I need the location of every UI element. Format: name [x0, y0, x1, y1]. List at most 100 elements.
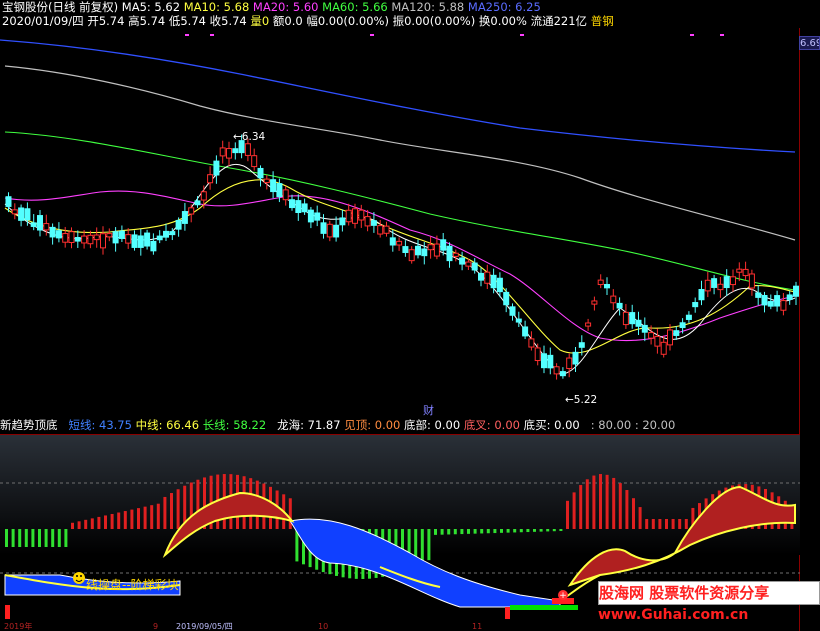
candle	[597, 279, 604, 286]
candle	[748, 273, 755, 289]
histogram-bar	[163, 496, 167, 529]
candle	[55, 230, 62, 239]
candle	[5, 196, 12, 207]
candle	[352, 208, 358, 224]
histogram-bar	[97, 516, 101, 529]
candle	[200, 191, 207, 201]
candle	[213, 160, 220, 176]
candle	[408, 249, 415, 262]
histogram-bar	[57, 529, 61, 547]
candle	[396, 240, 403, 246]
histogram-bar	[288, 498, 292, 529]
candle	[767, 301, 774, 307]
candle	[326, 223, 333, 238]
axis-label-11: 11	[472, 622, 483, 631]
histogram-bar	[24, 529, 28, 547]
histogram-bar	[31, 529, 35, 547]
histogram-bar	[585, 479, 589, 529]
candle	[106, 233, 113, 238]
range-value: 幅0.00(0.00%)	[306, 14, 389, 28]
histogram-bar	[605, 474, 609, 529]
candle	[635, 319, 642, 327]
candle	[496, 277, 503, 293]
histogram-bar	[519, 529, 523, 533]
amplitude-value: 振0.00(0.00%)	[392, 14, 476, 28]
candle	[692, 302, 699, 308]
histogram-bar	[506, 529, 510, 533]
histogram-bar	[678, 519, 682, 529]
high-price-annotation: ←6.34	[233, 131, 266, 143]
candle	[572, 351, 579, 365]
histogram-bar	[473, 529, 477, 534]
panel-tag-label: 线操盘--阶梯彩块	[86, 578, 179, 592]
histogram-bar	[493, 529, 497, 534]
dimai-value: 底买: 0.00	[523, 418, 580, 432]
candle	[370, 220, 377, 226]
histogram-bar	[559, 529, 563, 532]
header-ma-row: 宝钢股份(日线 前复权) MA5: 5.62 MA10: 5.68 MA20: …	[2, 0, 802, 14]
histogram-bar	[137, 508, 140, 529]
svg-text:+: +	[559, 591, 567, 601]
candle	[402, 246, 409, 254]
candle	[553, 366, 560, 375]
histogram-bar	[130, 509, 134, 529]
candle	[774, 295, 781, 307]
top-tick	[720, 34, 724, 36]
histogram-bar	[618, 483, 622, 529]
candle	[307, 209, 314, 223]
candles-group	[5, 134, 799, 380]
histogram-bar	[599, 474, 602, 529]
top-tick	[370, 34, 374, 36]
finance-marker[interactable]: 财	[423, 402, 434, 418]
candle	[301, 203, 308, 213]
indicator-name[interactable]: 新趋势顶底	[0, 418, 58, 432]
ma120-value: MA120: 5.88	[391, 0, 465, 14]
histogram-bar	[453, 529, 457, 535]
mid-red-tick	[505, 607, 510, 619]
stock-title: 宝钢股份(日线 前复权)	[2, 0, 119, 14]
time-axis: 2019年 9 2019/09/05/四 10 11	[0, 622, 800, 631]
candle	[528, 338, 535, 348]
ma250-value: MA250: 6.25	[467, 0, 541, 14]
jianding-value: 见顶: 0.00	[344, 418, 401, 432]
candle	[578, 342, 585, 348]
candle	[289, 199, 295, 209]
candle	[175, 219, 182, 230]
candle	[207, 174, 214, 184]
candle	[74, 237, 81, 242]
candle	[62, 233, 69, 243]
candle	[100, 233, 106, 249]
candle	[471, 262, 478, 271]
indicator-background	[0, 435, 800, 555]
histogram-bar	[90, 518, 94, 529]
axis-label-9: 9	[153, 622, 159, 631]
ma10-value: MA10: 5.68	[183, 0, 250, 14]
candle	[730, 276, 736, 286]
candle	[18, 207, 25, 221]
candle	[389, 237, 396, 246]
dicha-value: 底叉: 0.00	[463, 418, 520, 432]
candle	[415, 245, 421, 256]
watermark-banner: 股海网 股票软件资源分享	[598, 581, 820, 605]
candlestick-chart[interactable]	[0, 28, 800, 418]
candle	[188, 207, 195, 215]
amount-value: 额0.0	[272, 14, 303, 28]
candle	[509, 306, 516, 316]
smiley-icon	[73, 572, 85, 584]
low-price-annotation: ←5.22	[565, 394, 598, 406]
histogram-bar	[546, 529, 550, 532]
candle	[49, 226, 56, 238]
histogram-bar	[552, 529, 556, 532]
candle	[339, 217, 346, 226]
dibu-value: 底部: 0.00	[404, 418, 461, 432]
candle	[137, 235, 144, 248]
candle	[118, 230, 125, 239]
candle	[364, 216, 371, 227]
histogram-bar	[625, 490, 629, 529]
candle	[786, 294, 793, 300]
candle	[515, 318, 522, 323]
candle	[257, 167, 264, 179]
histogram-bar	[579, 485, 583, 529]
histogram-bar	[566, 500, 569, 529]
candle	[43, 223, 50, 231]
